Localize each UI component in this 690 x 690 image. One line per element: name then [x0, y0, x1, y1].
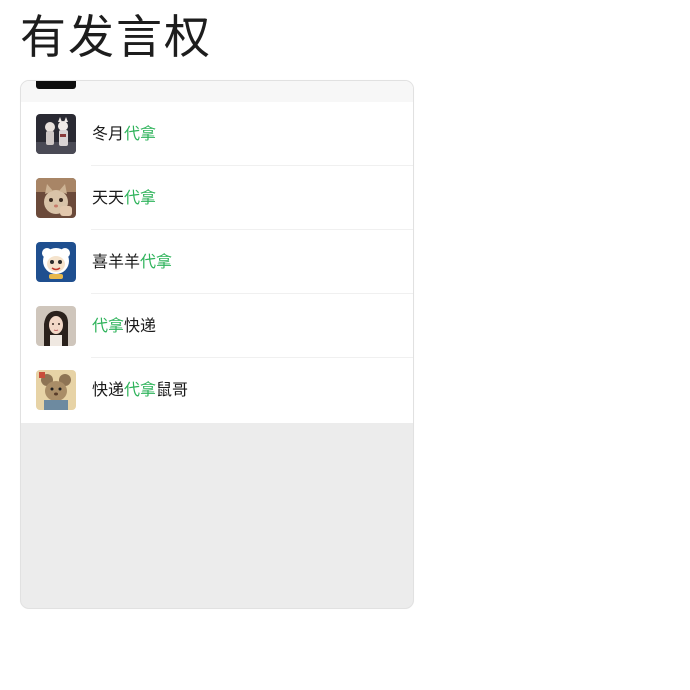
name-keyword-highlight: 代拿: [140, 252, 173, 271]
name-text: 快递: [92, 380, 125, 399]
name-text: 快递: [124, 316, 157, 335]
avatar: [36, 81, 76, 89]
list-item[interactable]: 代拿快递: [21, 294, 413, 358]
search-results-panel: 冬月代拿 天天代拿 喜羊羊代拿 代拿快递 快递代拿鼠哥: [20, 80, 414, 609]
name-text: 鼠哥: [156, 380, 189, 399]
name-text: 冬月: [92, 124, 125, 143]
contact-name: 喜羊羊代拿: [92, 250, 172, 274]
list-item[interactable]: 天天代拿: [21, 166, 413, 230]
name-keyword-highlight: 代拿: [124, 380, 157, 399]
woman-portrait-avatar: [36, 306, 76, 346]
list-item[interactable]: 冬月代拿: [21, 102, 413, 166]
page-title: 有发言权: [20, 10, 212, 64]
name-text: 喜羊羊: [92, 252, 141, 271]
contact-name: 代拿快递: [92, 314, 156, 338]
screen: 有发言权 冬月代拿 天天代拿 喜羊羊代拿 代拿快递 快递代拿鼠哥: [0, 0, 690, 690]
contact-name: 天天代拿: [92, 186, 156, 210]
list-item[interactable]: 喜羊羊代拿: [21, 230, 413, 294]
cartoon-sheep-avatar: [36, 242, 76, 282]
contact-name: 快递代拿鼠哥: [92, 378, 188, 402]
contact-list: 冬月代拿 天天代拿 喜羊羊代拿 代拿快递 快递代拿鼠哥: [21, 81, 413, 423]
contact-name: 冬月代拿: [92, 122, 156, 146]
list-item[interactable]: 快递代拿鼠哥: [21, 358, 413, 422]
name-keyword-highlight: 代拿: [92, 316, 125, 335]
name-keyword-highlight: 代拿: [124, 124, 157, 143]
cartoon-mouse-avatar: [36, 370, 76, 410]
list-item-partial[interactable]: [21, 81, 413, 102]
name-text: 天天: [92, 188, 125, 207]
name-keyword-highlight: 代拿: [124, 188, 157, 207]
cat-photo-avatar: [36, 178, 76, 218]
anime-figures-avatar: [36, 114, 76, 154]
